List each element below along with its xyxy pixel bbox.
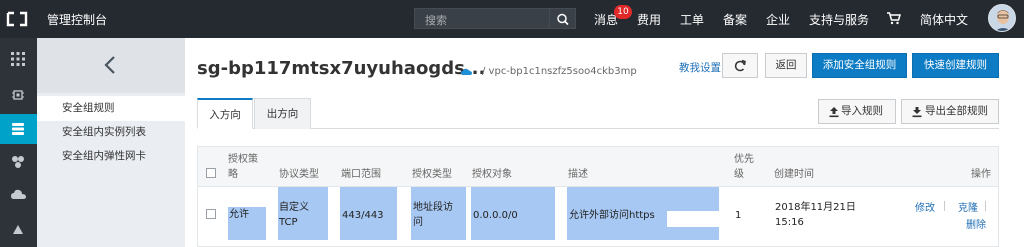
cell-created: 2018年11月21日 15:16 — [775, 202, 856, 228]
network-icon — [12, 156, 24, 168]
nav-support[interactable]: 支持与服务 — [809, 11, 869, 28]
nav-tickets[interactable]: 工单 — [680, 11, 704, 28]
console-logo-icon[interactable] — [6, 9, 28, 29]
row-checkbox[interactable] — [206, 209, 216, 219]
upload-icon — [829, 107, 839, 118]
header-port: 端口范围 — [341, 169, 381, 180]
refresh-button[interactable] — [722, 53, 758, 78]
header-actions: 操作 — [971, 169, 991, 180]
header-protocol: 协议类型 — [279, 169, 319, 180]
cell-policy: 允许 — [229, 209, 249, 220]
cloud-icon — [11, 189, 26, 199]
edit-link[interactable]: 修改 — [915, 199, 935, 214]
storage-icon — [13, 225, 23, 234]
top-navigation-bar: 管理控制台 搜索 消息 10 费用 工单 备案 企业 支持与服务 简体中文 — [0, 0, 1024, 38]
cell-auth-type: 地址段访问 — [413, 202, 453, 228]
back-text-button[interactable]: 返回 — [765, 53, 807, 78]
action-separator — [944, 201, 945, 211]
vpc-id[interactable]: / vpc-bp1c1nszfz5soo4ckb3mp — [482, 66, 637, 77]
tutorial-link[interactable]: 教我设置 — [679, 60, 721, 75]
quick-create-button[interactable]: 快速创建规则 — [912, 53, 999, 78]
cell-description: 允许外部访问https — [569, 210, 655, 221]
secondary-sidebar: 安全组规则 安全组内实例列表 安全组内弹性网卡 — [37, 38, 185, 247]
cart-icon[interactable] — [886, 11, 901, 25]
nav-filing[interactable]: 备案 — [723, 11, 747, 28]
language-selector[interactable]: 简体中文 — [920, 11, 968, 28]
header-description: 描述 — [568, 169, 588, 180]
cell-port: 443/443 — [342, 210, 384, 221]
header-priority: 优先级 — [734, 154, 754, 180]
import-rules-label: 导入规则 — [841, 105, 883, 117]
sidebar-item-cloud[interactable] — [0, 180, 37, 210]
cell-priority: 1 — [735, 210, 742, 221]
highlight-gap — [667, 211, 721, 227]
messages-badge: 10 — [614, 5, 632, 19]
header-auth-type: 授权类型 — [412, 169, 452, 180]
clone-link[interactable]: 克隆 — [958, 199, 978, 214]
subnav-item-enis[interactable]: 安全组内弹性网卡 — [37, 144, 185, 169]
search-input[interactable]: 搜索 — [414, 8, 550, 29]
header-auth-object: 授权对象 — [472, 169, 512, 180]
cell-auth-object: 0.0.0.0/0 — [473, 210, 518, 221]
search-placeholder: 搜索 — [425, 14, 447, 27]
header-policy: 授权策略 — [228, 154, 258, 180]
rules-table: 授权策略 协议类型 端口范围 授权类型 授权对象 描述 优先级 创建时间 操作 … — [197, 146, 999, 247]
sidebar-item-network[interactable] — [0, 147, 37, 177]
nav-billing[interactable]: 费用 — [637, 11, 661, 28]
chip-icon — [12, 90, 24, 100]
back-chevron-icon — [104, 56, 115, 74]
add-rule-button[interactable]: 添加安全组规则 — [812, 53, 907, 78]
database-icon — [12, 123, 24, 135]
subnav-item-rules[interactable]: 安全组规则 — [37, 96, 185, 121]
search-icon — [557, 13, 569, 26]
table-row[interactable]: 允许 自定义 TCP 443/443 地址段访问 0.0.0.0/0 允许外部访问… — [198, 187, 998, 241]
sidebar-item-apps[interactable] — [0, 44, 37, 74]
header-created: 创建时间 — [774, 169, 814, 180]
search-button[interactable] — [550, 8, 576, 29]
apps-grid-icon — [11, 52, 25, 66]
action-separator — [985, 201, 986, 211]
tab-inbound[interactable]: 入方向 — [197, 98, 253, 129]
left-icon-sidebar — [0, 38, 37, 247]
back-button[interactable] — [37, 38, 185, 93]
export-rules-button[interactable]: 导出全部规则 — [901, 99, 999, 124]
import-rules-button[interactable]: 导入规则 — [818, 99, 896, 124]
console-title[interactable]: 管理控制台 — [47, 11, 107, 28]
delete-link[interactable]: 删除 — [966, 216, 986, 231]
sidebar-item-storage[interactable] — [0, 214, 37, 244]
sidebar-item-database[interactable] — [0, 114, 37, 144]
sidebar-item-ecs[interactable] — [0, 80, 37, 110]
subnav-item-instances[interactable]: 安全组内实例列表 — [37, 120, 185, 145]
select-all-checkbox[interactable] — [206, 168, 216, 178]
main-content: sg-bp117mtsx7uyuhaogds... / vpc-bp1c1nsz… — [185, 38, 1024, 247]
page-title: sg-bp117mtsx7uyuhaogds... — [197, 58, 486, 79]
refresh-icon — [734, 59, 746, 72]
download-icon — [912, 107, 922, 118]
nav-enterprise[interactable]: 企业 — [766, 11, 790, 28]
cell-protocol: 自定义 TCP — [279, 202, 309, 228]
table-header: 授权策略 协议类型 端口范围 授权类型 授权对象 描述 优先级 创建时间 操作 — [198, 147, 998, 187]
vpc-cloud-icon — [461, 68, 472, 75]
user-avatar[interactable] — [988, 4, 1016, 32]
export-rules-label: 导出全部规则 — [925, 105, 988, 117]
tab-outbound[interactable]: 出方向 — [254, 98, 311, 129]
